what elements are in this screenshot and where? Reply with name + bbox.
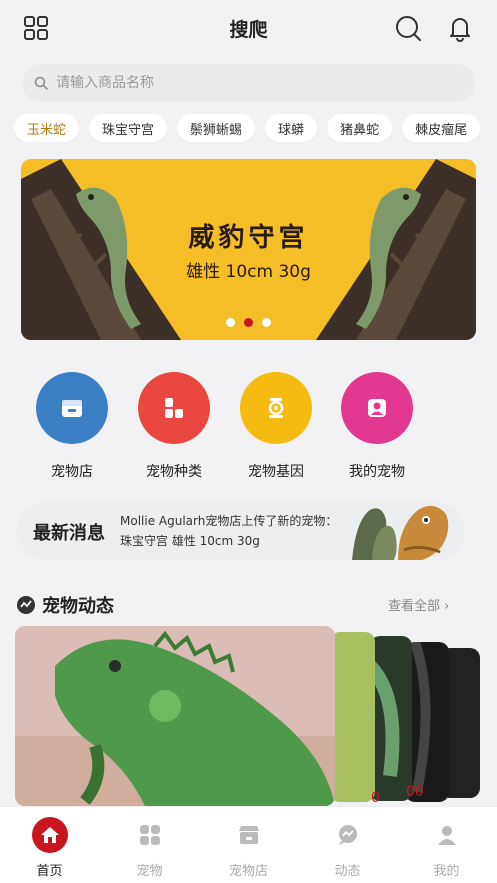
feed-section-header: 宠物动态 [16, 592, 114, 618]
tab-pet[interactable]: 宠物 [100, 807, 199, 883]
view-all-link[interactable]: 查看全部 › [388, 595, 449, 614]
card-number: 0 [371, 790, 380, 806]
latest-news-bar[interactable]: 最新消息 Mollie Agularh宠物店上传了新的宠物：珠宝守宫 雄性 10… [17, 502, 465, 560]
category-label: 宠物基因 [248, 464, 304, 480]
category-my-pets[interactable]: 我的宠物 [322, 372, 432, 481]
banner-subtitle: 雄性 10cm 30g [186, 262, 311, 282]
store-icon [36, 372, 108, 444]
tab-label: 首页 [36, 864, 63, 879]
banner-title: 威豹守宫 [188, 223, 309, 253]
profile-icon [427, 815, 467, 855]
shop-icon [229, 815, 269, 855]
feed-card-list: 0 00 [0, 626, 497, 806]
category-label: 宠物店 [51, 464, 93, 480]
bell-icon[interactable] [446, 14, 474, 42]
tab-home[interactable]: 首页 [0, 807, 99, 883]
bottom-tab-bar: 首页 宠物 宠物店 动态 我的 [0, 806, 497, 883]
iguana-image [15, 626, 335, 806]
tag-item[interactable]: 鬃狮蜥蜴 [177, 114, 256, 142]
feed-icon [17, 596, 35, 614]
pet-icon [130, 815, 170, 855]
search-input[interactable] [56, 75, 436, 91]
news-text: Mollie Agularh宠物店上传了新的宠物：珠宝守宫 雄性 10cm 30… [120, 514, 338, 548]
carousel-dot[interactable] [262, 318, 271, 327]
search-icon[interactable] [394, 14, 422, 42]
gene-icon [240, 372, 312, 444]
tab-profile[interactable]: 我的 [397, 807, 496, 883]
category-grid: 宠物店 宠物种类 宠物基因 我的宠物 [0, 372, 497, 484]
category-pet-store[interactable]: 宠物店 [17, 372, 127, 481]
feed-card[interactable] [330, 632, 375, 802]
app-title: 搜爬 [229, 18, 268, 41]
feed-card[interactable] [370, 636, 412, 801]
tab-label: 动态 [334, 864, 361, 879]
card-number: 00 [406, 784, 424, 800]
tab-label: 宠物 [136, 864, 163, 879]
grid-icon[interactable] [22, 14, 50, 42]
search-small-icon [34, 76, 48, 90]
promo-banner[interactable]: 威豹守宫 雄性 10cm 30g [21, 159, 476, 340]
category-label: 宠物种类 [146, 464, 202, 480]
tag-item[interactable]: 玉米蛇 [14, 114, 80, 142]
tag-item[interactable]: 球蟒 [265, 114, 318, 142]
top-header: 搜爬 [0, 0, 497, 56]
news-title: 最新消息 [33, 523, 105, 544]
carousel-dots [21, 318, 476, 327]
category-label: 我的宠物 [349, 464, 405, 480]
message-icon [328, 815, 368, 855]
tab-shop[interactable]: 宠物店 [199, 807, 298, 883]
category-pet-genes[interactable]: 宠物基因 [221, 372, 331, 481]
tab-label: 宠物店 [228, 864, 268, 879]
tag-list: 玉米蛇 珠宝守宫 鬃狮蜥蜴 球蟒 猪鼻蛇 棘皮瘤尾 [14, 114, 497, 142]
search-bar[interactable] [22, 64, 475, 102]
feed-title: 宠物动态 [42, 596, 114, 617]
user-icon [341, 372, 413, 444]
category-icon [138, 372, 210, 444]
feed-card-main[interactable] [15, 626, 335, 806]
tab-label: 我的 [433, 864, 460, 879]
news-lizard-image [352, 505, 449, 560]
carousel-dot-active[interactable] [244, 318, 253, 327]
category-pet-types[interactable]: 宠物种类 [119, 372, 229, 481]
home-icon [30, 815, 70, 855]
tag-item[interactable]: 珠宝守宫 [89, 114, 168, 142]
tab-feed[interactable]: 动态 [298, 807, 397, 883]
carousel-dot[interactable] [226, 318, 235, 327]
tag-item[interactable]: 棘皮瘤尾 [402, 114, 481, 142]
tag-item[interactable]: 猪鼻蛇 [327, 114, 393, 142]
